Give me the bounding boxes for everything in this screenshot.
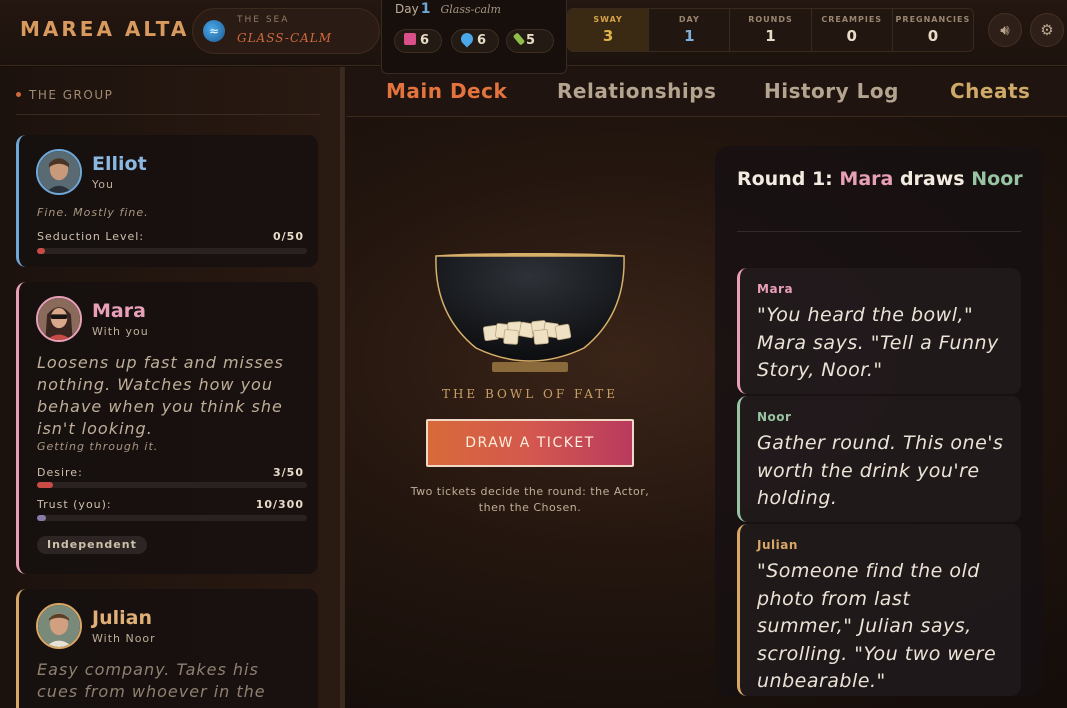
character-card-elliot[interactable]: Elliot You Fine. Mostly fine. Seduction … (16, 135, 318, 267)
resource-value: 6 (477, 33, 487, 48)
status-badge: Independent (37, 536, 147, 554)
bowl-of-fate[interactable] (434, 252, 626, 376)
character-name: Elliot (92, 153, 147, 175)
day-panel: Day 1 Glass-calm 6 6 5 (381, 0, 567, 74)
resource-value: 6 (420, 33, 430, 48)
stat-rounds: ROUNDS 1 (730, 9, 812, 51)
log-speaker: Mara (757, 282, 794, 296)
stat-label: CREAMPIES (821, 15, 883, 24)
bar-fill (37, 482, 54, 488)
bar-label: Seduction Level: (37, 230, 145, 243)
trust-bar (37, 515, 307, 521)
app-title: MAREA ALTA (20, 17, 190, 41)
resource-water: 6 (451, 29, 499, 53)
stat-value: 0 (927, 27, 939, 45)
tab-cheats[interactable]: Cheats (950, 79, 1030, 103)
tab-main-deck[interactable]: Main Deck (386, 79, 507, 103)
round-chosen: Noor (971, 168, 1023, 190)
round-log-panel: Round 1: Mara draws Noor Mara "You heard… (715, 146, 1043, 696)
character-name: Julian (92, 607, 152, 629)
sea-label: THE SEA (237, 15, 290, 25)
day-line: Day 1 Glass-calm (395, 1, 501, 17)
droplet-icon (458, 30, 476, 48)
bowl-title: THE BOWL OF FATE (441, 387, 619, 401)
bar-label: Desire: (37, 466, 83, 479)
stat-label: SWAY (593, 15, 623, 24)
stat-day: DAY 1 (649, 9, 731, 51)
round-actor: Mara (839, 168, 894, 190)
avatar (36, 149, 82, 195)
bar-value: 0/50 (273, 230, 304, 243)
group-title-text: THE GROUP (29, 88, 114, 102)
stat-value: 3 (602, 27, 614, 45)
wave-icon: ≈ (203, 20, 225, 42)
tab-relationships[interactable]: Relationships (557, 79, 716, 103)
stat-label: PREGNANCIES (895, 15, 971, 24)
character-sub: With Noor (92, 632, 156, 645)
stat-label: ROUNDS (748, 15, 793, 24)
cup-icon (404, 33, 416, 45)
character-card-julian[interactable]: Julian With Noor Easy company. Takes his… (16, 589, 318, 708)
stat-pregnancies: PREGNANCIES 0 (893, 9, 973, 51)
stat-creampies: CREAMPIES 0 (812, 9, 893, 51)
bar-value: 3/50 (273, 466, 304, 479)
bar-label: Trust (you): (37, 498, 112, 511)
stats-bar: SWAY 3 DAY 1 ROUNDS 1 CREAMPIES 0 PREGNA… (567, 8, 974, 52)
group-sidebar: THE GROUP Elliot You Fine. Mostly fine. … (0, 67, 345, 708)
resource-bottle: 5 (506, 29, 554, 53)
group-title: THE GROUP (16, 88, 113, 102)
character-mood: Fine. Mostly fine. (37, 206, 149, 219)
round-prefix: Round 1: (737, 168, 833, 190)
divider (16, 114, 320, 115)
character-card-mara[interactable]: Mara With you Loosens up fast and misses… (16, 282, 318, 574)
round-verb: draws (899, 168, 965, 190)
sidebar-scrollbar[interactable] (340, 67, 344, 708)
day-weather: Glass-calm (440, 3, 501, 16)
log-text: Gather round. This one's worth the drink… (757, 432, 1004, 509)
resource-value: 5 (526, 33, 536, 48)
draw-ticket-button[interactable]: DRAW A TICKET (426, 419, 634, 467)
gear-icon[interactable]: ⚙ (1030, 13, 1064, 47)
log-text: "Someone find the old photo from last su… (757, 560, 997, 692)
day-number: 1 (420, 1, 431, 17)
stat-sway: SWAY 3 (568, 9, 650, 51)
character-description: Loosens up fast and misses nothing. Watc… (37, 353, 284, 438)
seduction-bar (37, 248, 307, 254)
round-title: Round 1: Mara draws Noor (737, 166, 1027, 193)
bottle-icon (512, 32, 526, 46)
bar-value: 10/300 (255, 498, 304, 511)
log-entry: Mara "You heard the bowl," Mara says. "T… (737, 268, 1021, 394)
avatar (36, 603, 82, 649)
character-sub: With you (92, 325, 149, 338)
stat-value: 0 (846, 27, 857, 45)
stat-value: 1 (684, 27, 695, 45)
stat-value: 1 (765, 27, 776, 45)
sea-value: GLASS-CALM (237, 31, 333, 45)
log-entry: Julian "Someone find the old photo from … (737, 524, 1021, 696)
character-mood: Getting through it. (37, 440, 159, 453)
draw-hint: Two tickets decide the round: the Actor,… (410, 485, 650, 514)
log-speaker: Noor (757, 410, 792, 424)
bar-fill (37, 248, 46, 254)
resource-drink: 6 (394, 29, 442, 53)
avatar (36, 296, 82, 342)
sea-status: ≈ THE SEA GLASS-CALM (192, 8, 380, 54)
bar-fill (37, 515, 46, 521)
log-speaker: Julian (757, 538, 798, 552)
log-entry: Noor Gather round. This one's worth the … (737, 396, 1021, 522)
day-prefix: Day (395, 2, 419, 16)
character-sub: You (92, 178, 114, 191)
stat-label: DAY (678, 15, 700, 24)
speaker-icon[interactable]: 🔊︎ (988, 13, 1022, 47)
desire-bar (37, 482, 307, 488)
character-name: Mara (92, 300, 146, 322)
character-description: Easy company. Takes his cues from whoeve… (37, 660, 266, 708)
main-tabs: Main Deck Relationships History Log Chea… (346, 67, 1067, 117)
divider (737, 231, 1021, 232)
log-text: "You heard the bowl," Mara says. "Tell a… (757, 304, 999, 381)
tab-history-log[interactable]: History Log (764, 79, 899, 103)
